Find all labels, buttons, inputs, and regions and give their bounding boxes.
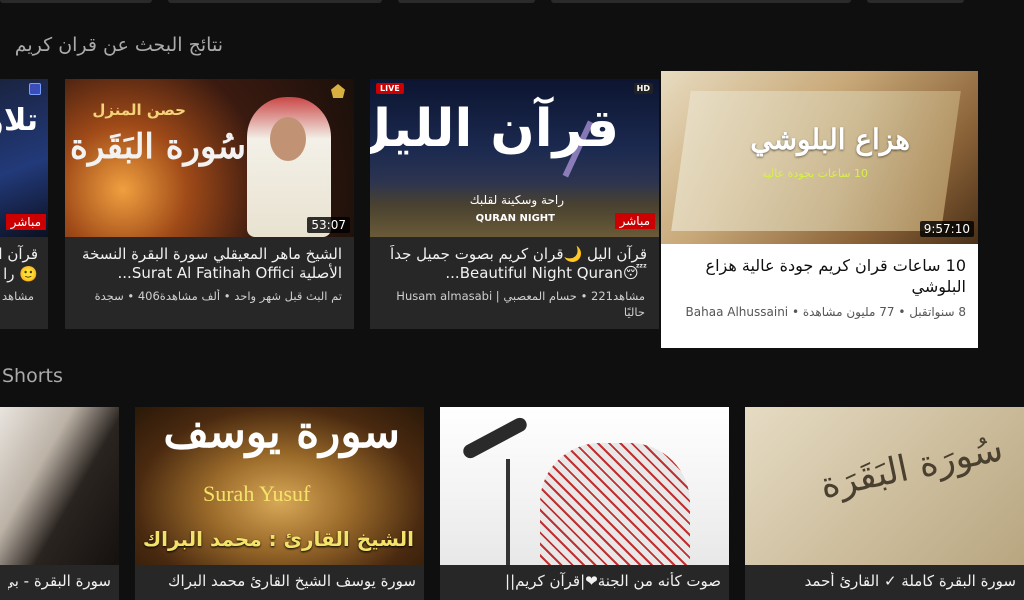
video-meta: تم البث قبل شهر واحد • ألف مشاهدة406 • س… — [94, 289, 342, 303]
thumbnail-subtitle: راحة وسكينة لقلبك — [469, 193, 564, 207]
video-card[interactable]: قرآن الليل راحة وسكينة لقلبك QURAN NIGHT… — [370, 79, 659, 329]
thumbnail-caption: QURAN NIGHT — [475, 213, 555, 224]
video-meta: 8 سنواتقبل • 77 مليون مشاهدة • Bahaa Alh… — [685, 305, 966, 319]
video-meta: حاليًا — [623, 305, 645, 319]
thumbnail-title: سُورَة البَقَرَة — [816, 428, 1007, 507]
short-title: سورة يوسف الشيخ القارئ محمد البراك — [168, 572, 416, 590]
short-thumbnail — [440, 407, 729, 565]
live-badge: مباشر — [5, 214, 46, 230]
video-title: قرآن اليل 🌙قران كريم بصوت جميل جداً 😴Bea… — [390, 245, 647, 282]
video-title: قرآن ا — [0, 245, 38, 263]
thumbnail-title: سورة يوسف — [163, 407, 400, 458]
sheikh-face — [270, 117, 306, 161]
thumbnail-title: قرآن الليل — [370, 99, 619, 159]
prev-row-card[interactable] — [168, 0, 382, 3]
microphone-icon — [460, 415, 530, 461]
video-duration: 9:57:10 — [919, 221, 974, 237]
short-thumbnail: سورة يوسف Surah Yusuf الشيخ القارئ : محم… — [135, 407, 424, 565]
prev-row-card[interactable] — [867, 0, 964, 3]
shemagh-figure — [540, 443, 690, 565]
short-thumbnail: سُورَة البَقَرَة — [745, 407, 1024, 565]
short-card[interactable]: سورة يوسف Surah Yusuf الشيخ القارئ : محم… — [135, 407, 424, 600]
thumbnail-caption: الشيخ القارئ : محمد البراك — [142, 527, 414, 551]
channel-logo-icon — [331, 84, 345, 98]
thumbnail-title: هزاع البلوشي — [750, 123, 910, 156]
video-thumbnail: حصن المنزل سُورة البَقَرة — [65, 79, 354, 237]
video-meta: مشاهد221 • حسام المعصبي | Husam almasabi — [396, 289, 645, 303]
short-title: سورة البقرة - بي — [8, 572, 111, 590]
video-title: 10 ساعات قران كريم جودة عالية هزاع البلو… — [705, 256, 966, 296]
hd-badge: HD — [633, 83, 653, 94]
shorts-heading: Shorts — [2, 365, 63, 387]
short-title: صوت كأنه من الجنة❤|قرآن كريم|| — [505, 572, 721, 590]
thumbnail-title: سُورة البَقَرة — [70, 127, 246, 167]
channel-logo-icon — [29, 83, 41, 95]
short-card[interactable]: صوت كأنه من الجنة❤|قرآن كريم|| — [440, 407, 729, 600]
video-title: الشيخ ماهر المعيقلي سورة البقرة النسخة ا… — [82, 245, 342, 282]
video-thumbnail: هزاع البلوشي 10 ساعات بجودة عالية — [661, 71, 978, 244]
prev-row-card[interactable] — [0, 0, 152, 3]
video-card-focused[interactable]: هزاع البلوشي 10 ساعات بجودة عالية 9:57:1… — [661, 71, 978, 348]
thumbnail-subtitle: 10 ساعات بجودة عالية — [761, 167, 868, 180]
video-card[interactable]: تلاو مباشر قرآن ا 🙂 را مشاهد — [0, 79, 48, 329]
short-card[interactable]: سُورَة البَقَرَة سورة البقرة كاملة ✓ الق… — [745, 407, 1024, 600]
video-card[interactable]: حصن المنزل سُورة البَقَرة 53:07 الشيخ ما… — [65, 79, 354, 329]
prev-row-card[interactable] — [551, 0, 851, 3]
thumbnail-subtitle: Surah Yusuf — [203, 481, 311, 506]
thumbnail-text: تلاو — [0, 103, 38, 138]
live-indicator-badge: LIVE — [376, 83, 404, 94]
short-thumbnail — [0, 407, 119, 565]
microphone-stand — [506, 459, 510, 565]
video-title-line: 🙂 را — [3, 265, 38, 283]
video-duration: 53:07 — [307, 217, 350, 233]
search-results-heading: نتائج البحث عن قران كريم — [14, 34, 223, 56]
live-badge: مباشر — [614, 213, 655, 229]
prev-row-card[interactable] — [398, 0, 535, 3]
video-meta: مشاهد — [1, 289, 34, 303]
short-title: سورة البقرة كاملة ✓ القارئ أحمد — [804, 572, 1016, 590]
short-card[interactable]: سورة البقرة - بي — [0, 407, 119, 600]
book-page — [671, 91, 961, 231]
thumbnail-subtitle: حصن المنزل — [92, 101, 186, 119]
